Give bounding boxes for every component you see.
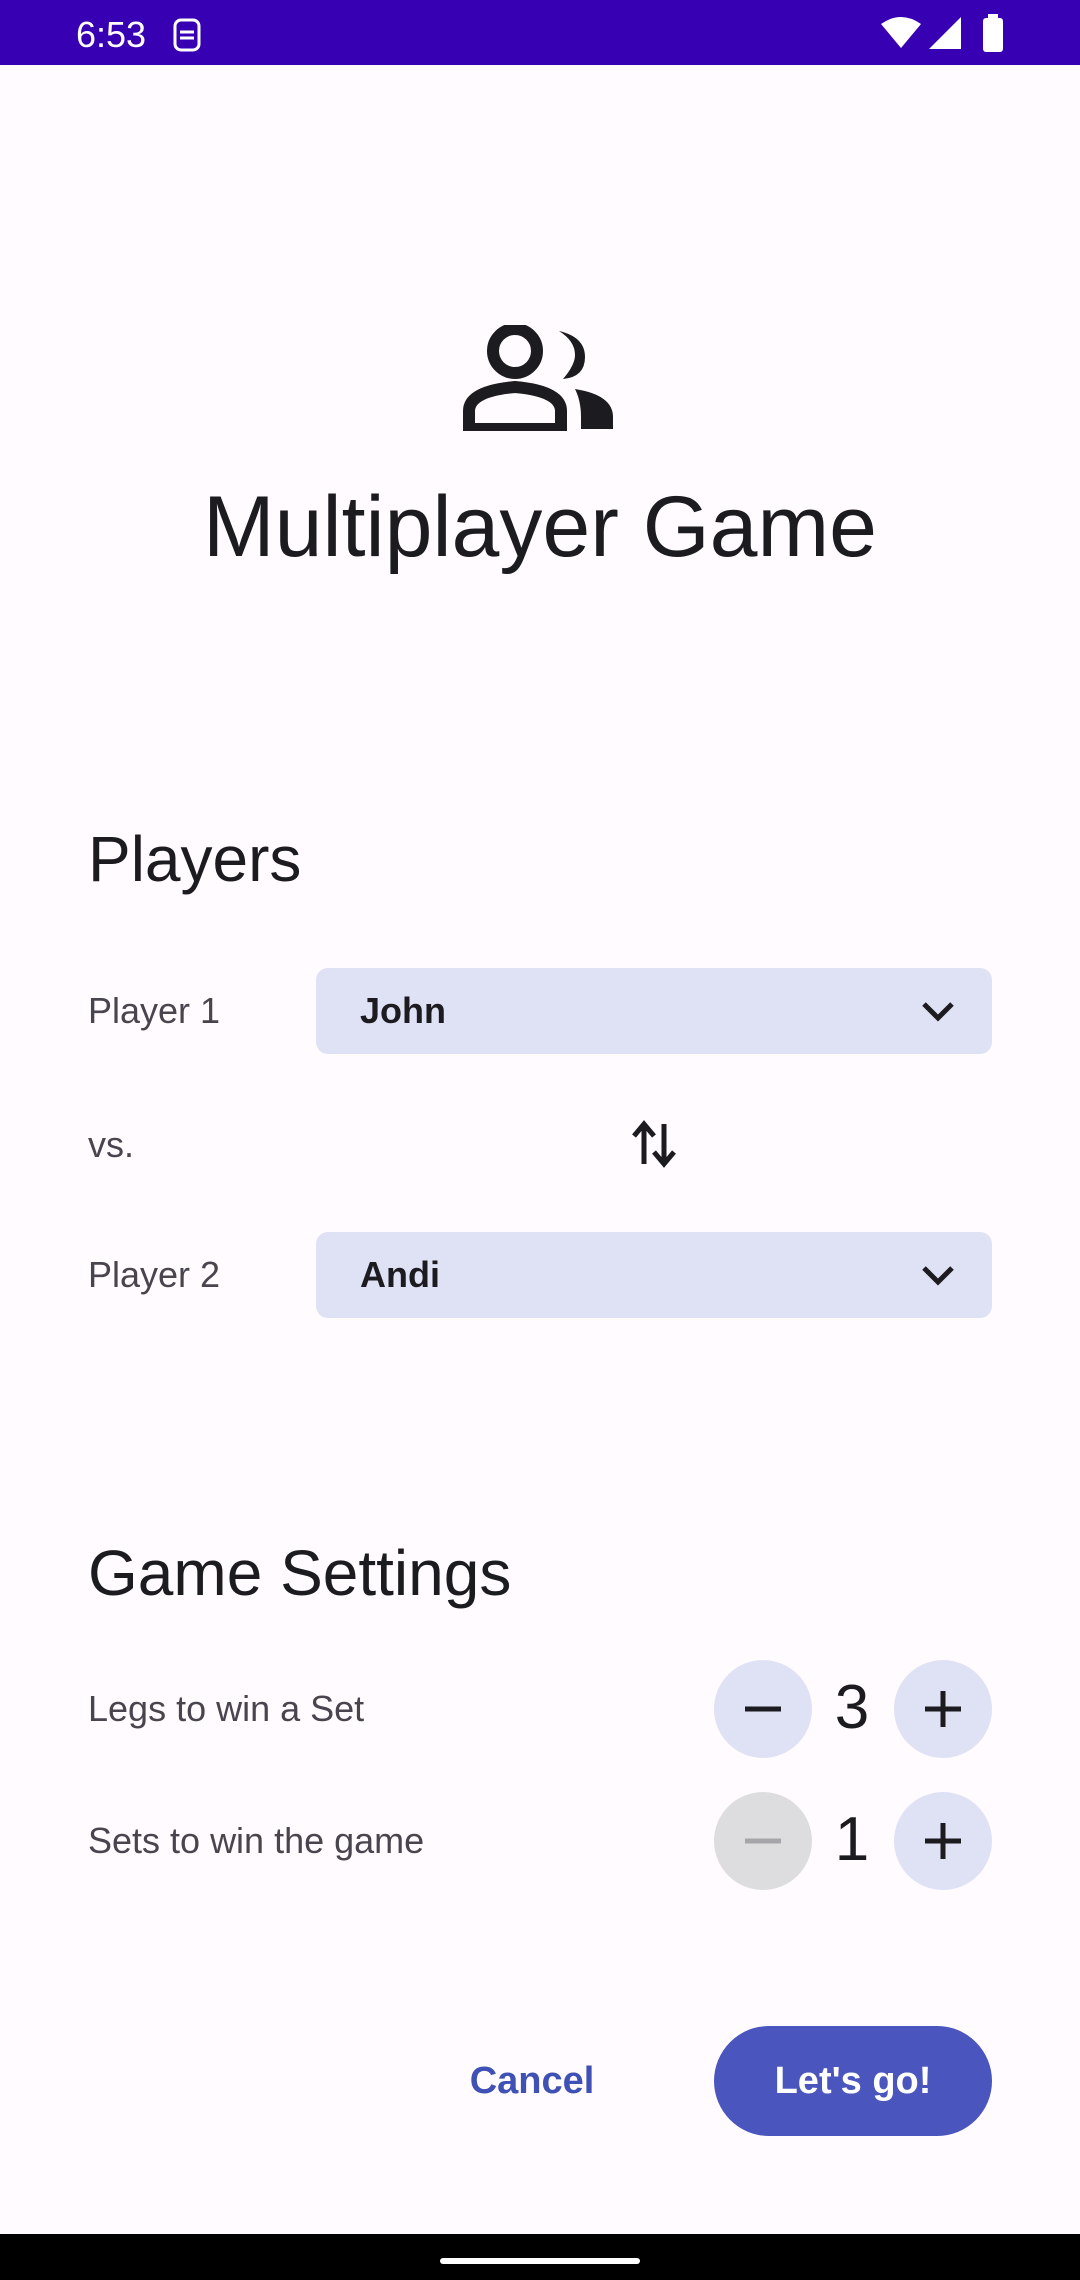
cancel-button[interactable]: Cancel bbox=[446, 2026, 618, 2136]
player1-value: John bbox=[360, 990, 446, 1031]
game-settings-section-title: Game Settings bbox=[88, 1537, 512, 1609]
player1-dropdown[interactable]: John bbox=[316, 968, 992, 1054]
battery-icon bbox=[983, 14, 1003, 52]
player2-label: Player 2 bbox=[88, 1254, 221, 1295]
player2-dropdown[interactable]: Andi bbox=[316, 1232, 992, 1318]
navigation-bar bbox=[0, 2234, 1080, 2280]
signal-icon bbox=[929, 17, 961, 49]
group-icon bbox=[463, 325, 613, 431]
minus-icon bbox=[745, 1838, 781, 1844]
minus-icon bbox=[745, 1706, 781, 1712]
vs-label: vs. bbox=[88, 1124, 135, 1165]
status-bar: 6:53 bbox=[0, 0, 1080, 65]
plus-icon bbox=[925, 1823, 961, 1859]
legs-value: 3 bbox=[834, 1673, 870, 1742]
legs-decrement-button[interactable] bbox=[714, 1660, 812, 1758]
sets-value: 1 bbox=[834, 1805, 870, 1874]
player2-value: Andi bbox=[360, 1254, 440, 1295]
sets-increment-button[interactable] bbox=[894, 1792, 992, 1890]
lets-go-button[interactable]: Let's go! bbox=[714, 2026, 992, 2136]
wifi-icon bbox=[881, 17, 921, 48]
legs-label: Legs to win a Set bbox=[88, 1688, 365, 1729]
players-section-title: Players bbox=[88, 823, 302, 895]
chevron-down-icon bbox=[922, 1266, 954, 1286]
legs-increment-button[interactable] bbox=[894, 1660, 992, 1758]
home-handle[interactable] bbox=[440, 2258, 640, 2264]
swap-vertical-icon[interactable] bbox=[632, 1118, 676, 1170]
page-title: Multiplayer Game bbox=[203, 479, 877, 575]
status-time: 6:53 bbox=[76, 14, 147, 55]
chevron-down-icon bbox=[922, 1002, 954, 1022]
sets-decrement-button[interactable] bbox=[714, 1792, 812, 1890]
sets-label: Sets to win the game bbox=[88, 1820, 425, 1861]
player1-label: Player 1 bbox=[88, 990, 221, 1031]
sim-icon bbox=[173, 18, 201, 52]
plus-icon bbox=[925, 1691, 961, 1727]
